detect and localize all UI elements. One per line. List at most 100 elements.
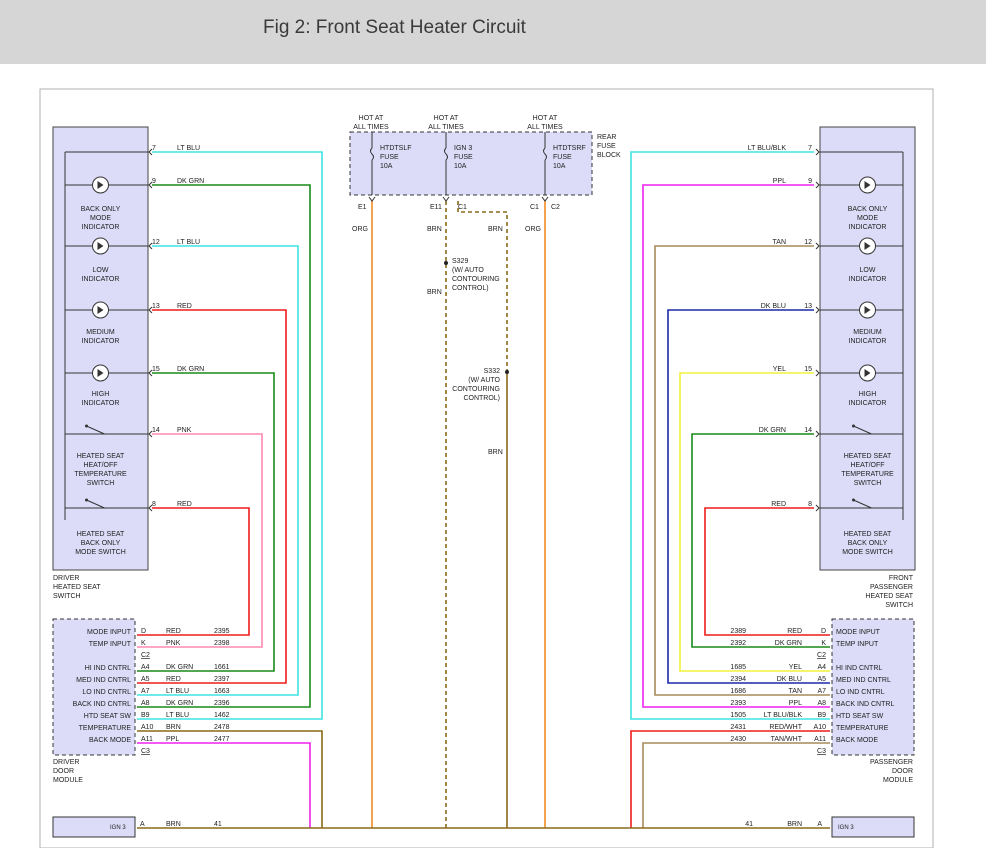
pin-number: 14: [804, 427, 812, 434]
module-pin: A4: [141, 664, 150, 671]
module-wire-color: LT BLU: [166, 712, 189, 719]
pin-wire-color: LT BLU: [177, 239, 200, 246]
module-wire-color: RED/WHT: [769, 724, 802, 731]
passenger-component-4-line-1: HEAT/OFF: [850, 462, 884, 469]
module-wire-color: DK GRN: [775, 640, 802, 647]
module-wire-color: PPL: [789, 700, 802, 707]
pin-number: 12: [804, 239, 812, 246]
module-pin: A4: [817, 664, 826, 671]
pin-number: 13: [152, 303, 160, 310]
module-circuit: 2430: [730, 736, 746, 743]
fuse-word: FUSE: [380, 154, 399, 161]
module-pin-label: HTD SEAT SW: [84, 713, 132, 720]
pin-number: 8: [808, 501, 812, 508]
module-pin: B9: [141, 712, 150, 719]
pin-number: 9: [152, 178, 156, 185]
module-pin-label: BACK MODE: [836, 737, 878, 744]
module-circuit: 2396: [214, 700, 230, 707]
module-wire-color: BRN: [166, 724, 181, 731]
module-circuit: 2394: [730, 676, 746, 683]
module-circuit: 1661: [214, 664, 230, 671]
passenger-switch-name-line-2: HEATED SEAT: [865, 593, 913, 600]
module-wire-color: PNK: [166, 640, 181, 647]
driver-component-1-line-1: INDICATOR: [82, 276, 120, 283]
driver-component-3-line-1: INDICATOR: [82, 400, 120, 407]
module-pin: D: [141, 628, 146, 635]
driver-component-4-line-1: HEAT/OFF: [83, 462, 117, 469]
module-pin-label: HI IND CNTRL: [85, 665, 131, 672]
driver-component-0-line-1: MODE: [90, 215, 111, 222]
module-pin: K: [141, 640, 146, 647]
module-pin-label: TEMPERATURE: [79, 725, 132, 732]
module-pin: D: [821, 628, 826, 635]
module-pin: C3: [141, 748, 150, 755]
passenger-switch-name-line-1: PASSENGER: [870, 584, 913, 591]
bottom-left-color: BRN: [166, 821, 181, 828]
pin-number: 7: [152, 145, 156, 152]
module-wire-color: DK GRN: [166, 700, 193, 707]
pin-wire-color: YEL: [773, 366, 786, 373]
module-pin-label: BACK IND CNTRL: [73, 701, 131, 708]
fuse-amp: 10A: [380, 163, 393, 170]
fuse-amp: 10A: [553, 163, 566, 170]
module-circuit: 2431: [730, 724, 746, 731]
module-wire-color: LT BLU: [166, 688, 189, 695]
module-pin-label: HI IND CNTRL: [836, 665, 882, 672]
passenger-component-5-line-1: BACK ONLY: [848, 540, 888, 547]
switch-pivot: [85, 424, 88, 428]
splice-s329-line-3: CONTROL): [452, 285, 489, 292]
driver-component-4-line-2: TEMPERATURE: [74, 471, 127, 478]
passenger-component-5-line-2: MODE SWITCH: [842, 549, 893, 556]
passenger-component-0-line-1: MODE: [857, 215, 878, 222]
passenger-component-2-line-0: MEDIUM: [853, 329, 882, 336]
splice-dot: [505, 370, 509, 374]
driver-switch-name-line-2: SWITCH: [53, 593, 81, 600]
module-wire-color: PPL: [166, 736, 179, 743]
driver-component-1-line-0: LOW: [93, 267, 109, 274]
pin-wire-color: DK GRN: [759, 427, 786, 434]
pin-wire-color: DK GRN: [177, 178, 204, 185]
bottom-left-circuit: 41: [214, 821, 222, 828]
switch-pivot: [85, 498, 88, 502]
driver-component-4-line-0: HEATED SEAT: [77, 453, 125, 460]
fuse-pin-e11: E11: [430, 204, 442, 211]
bottom-right-partial-label: IGN 3: [838, 825, 854, 831]
driver-module-name-line-1: DOOR: [53, 768, 74, 775]
passenger-component-3-line-0: HIGH: [859, 391, 877, 398]
driver-component-4-line-3: SWITCH: [87, 480, 115, 487]
module-wire-color: TAN: [789, 688, 802, 695]
fuse-name: HTDTSLF: [380, 145, 412, 152]
hot-at-all-times-0-line-1: ALL TIMES: [353, 124, 389, 131]
module-pin: A5: [141, 676, 150, 683]
fuse-block-label-line-0: REAR: [597, 134, 616, 141]
fuse-name: HTDTSRF: [553, 145, 586, 152]
switch-pivot: [852, 424, 855, 428]
module-pin: A7: [141, 688, 150, 695]
splice-s332-line-3: CONTROL): [463, 395, 500, 402]
splice-s329-line-1: (W/ AUTO: [452, 267, 484, 274]
module-wire-color: RED: [787, 628, 802, 635]
module-circuit: 1685: [730, 664, 746, 671]
module-wire-color: TAN/WHT: [771, 736, 803, 743]
module-circuit: 2477: [214, 736, 230, 743]
module-pin: B9: [817, 712, 826, 719]
passenger-component-1-line-0: LOW: [860, 267, 876, 274]
driver-component-0-line-2: INDICATOR: [82, 224, 120, 231]
passenger-component-0-line-2: INDICATOR: [849, 224, 887, 231]
hot-at-all-times-2-line-1: ALL TIMES: [527, 124, 563, 131]
passenger-module-name-line-0: PASSENGER: [870, 759, 913, 766]
driver-module-name-line-2: MODULE: [53, 777, 83, 784]
hot-at-all-times-1-line-0: HOT AT: [434, 115, 459, 122]
switch-pivot: [852, 498, 855, 502]
passenger-component-0-line-0: BACK ONLY: [848, 206, 888, 213]
wire-color-brn-2: BRN: [488, 226, 503, 233]
pin-wire-color: RED: [771, 501, 786, 508]
module-wire-color: RED: [166, 676, 181, 683]
passenger-switch-name-line-0: FRONT: [889, 575, 914, 582]
pin-wire-color: PPL: [773, 178, 786, 185]
pin-number: 14: [152, 427, 160, 434]
module-pin-label: MED IND CNTRL: [836, 677, 891, 684]
bottom-right-pin: A: [817, 821, 822, 828]
wire-color-org-left: ORG: [352, 226, 368, 233]
module-pin-label: BACK MODE: [89, 737, 131, 744]
